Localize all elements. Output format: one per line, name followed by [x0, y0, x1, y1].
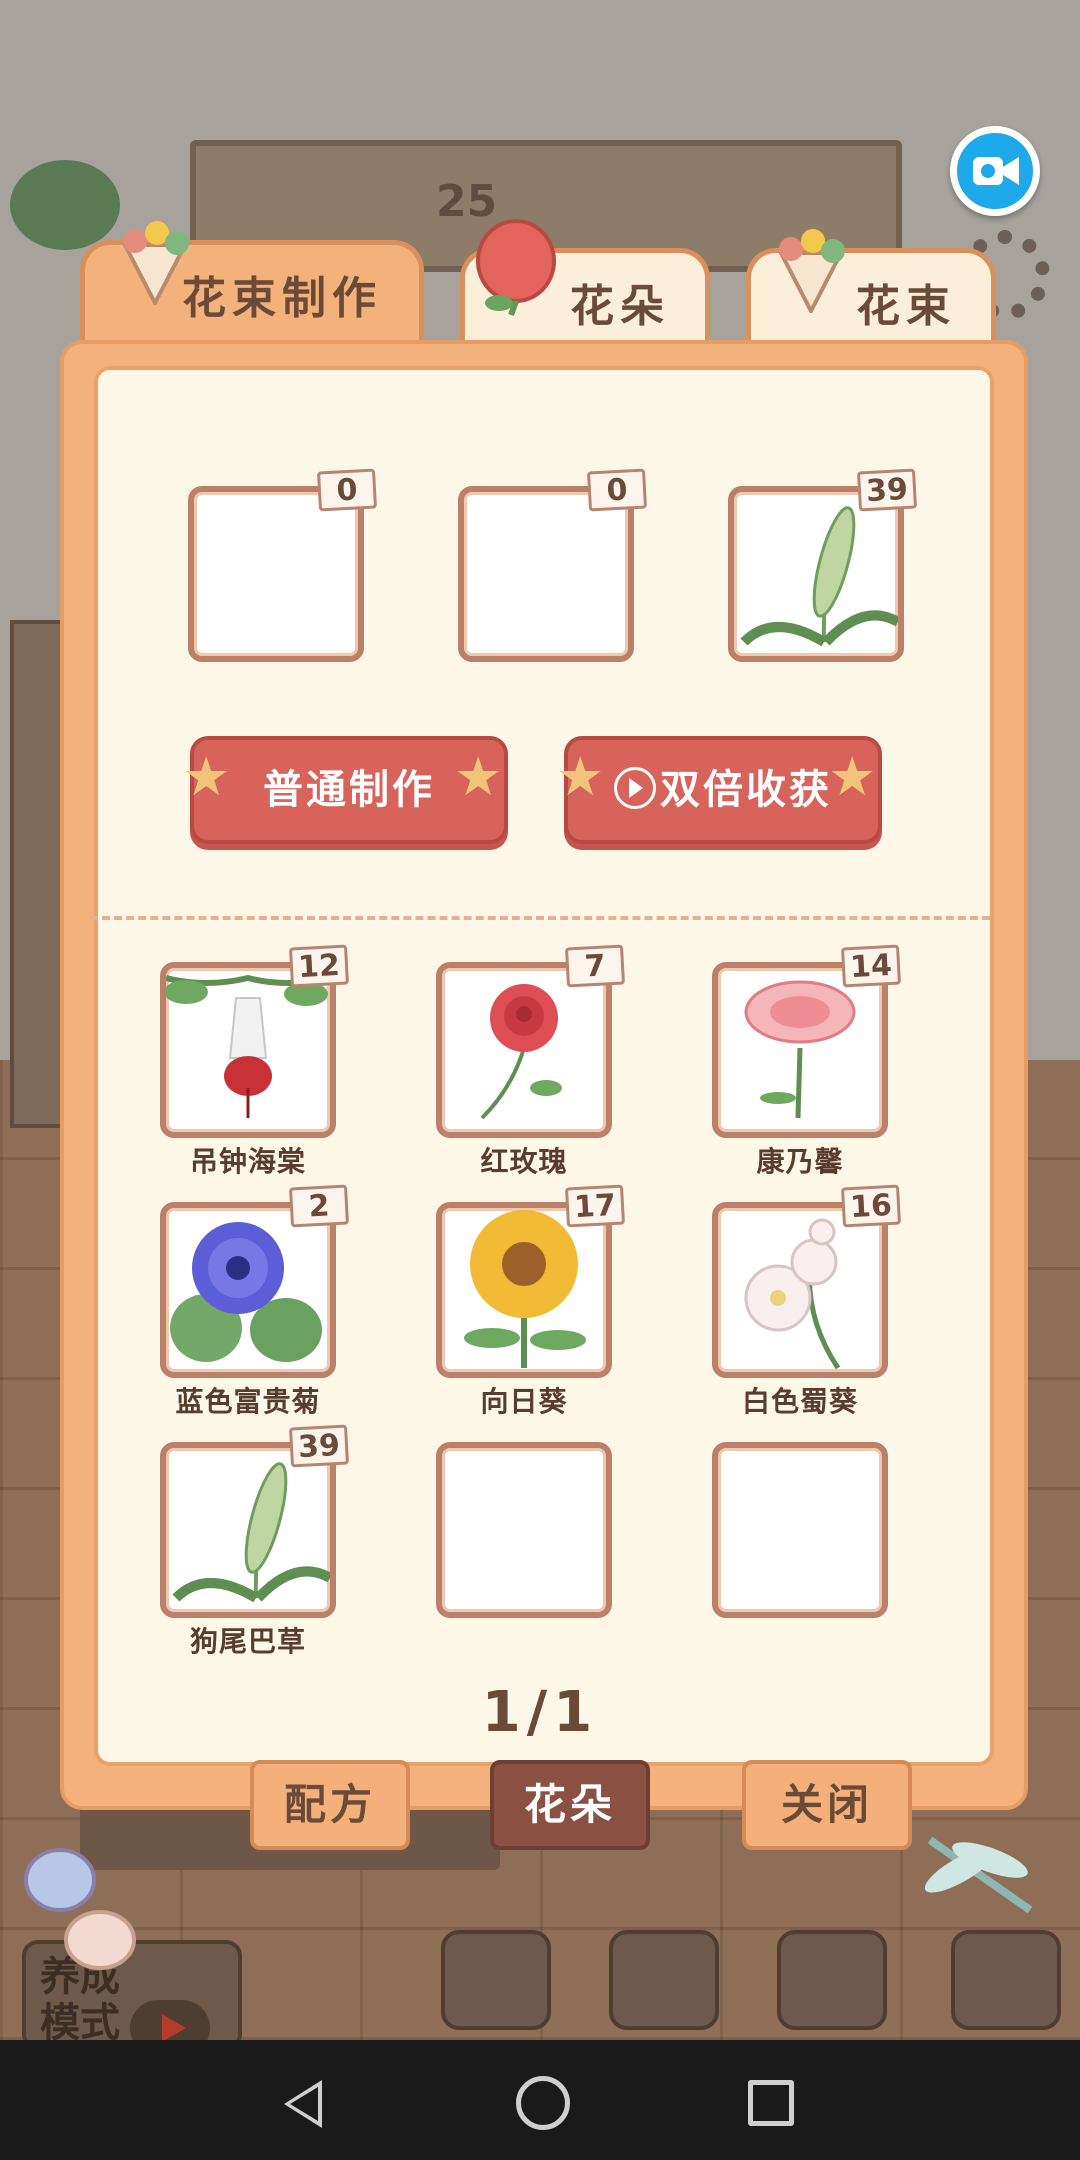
home-icon[interactable]	[516, 2076, 570, 2130]
flower-count-tag: 12	[288, 944, 350, 988]
tab-flowers[interactable]: 花朵	[460, 219, 710, 348]
blue-daisy-icon	[170, 1222, 322, 1362]
flower-slot-white-hollyhock[interactable]: 16	[712, 1184, 902, 1378]
foxtail-grass-icon	[172, 1462, 330, 1603]
flower-count-tag: 7	[564, 944, 626, 988]
tree-icon	[10, 160, 120, 250]
flower-name: 吊钟海棠	[189, 1145, 306, 1178]
flower-slot-red-rose[interactable]: 7	[436, 944, 626, 1138]
flower-name: 康乃馨	[756, 1145, 844, 1178]
market-stall-icon	[609, 1930, 719, 2030]
flower-name: 狗尾巴草	[189, 1625, 306, 1658]
recipe-button[interactable]: 配方	[250, 1760, 410, 1850]
recent-apps-icon[interactable]	[748, 2080, 794, 2126]
tab-flowers-label: 花朵	[570, 281, 670, 332]
tab-bouquets[interactable]: 花束	[746, 229, 996, 348]
play-video-icon	[614, 767, 656, 809]
flower-slot-fuchsia[interactable]: 12	[160, 944, 350, 1138]
normal-make-label: 普通制作	[263, 767, 435, 813]
ingredient-slot[interactable]: 0	[188, 468, 378, 662]
page-indicator: 1/1	[481, 1680, 599, 1745]
flower-count-tag: 39	[288, 1424, 350, 1468]
white-hollyhock-icon	[744, 1218, 841, 1370]
video-camera-icon	[973, 157, 1019, 185]
close-button[interactable]: 关闭	[742, 1760, 912, 1850]
section-divider	[90, 916, 990, 920]
flowers-button[interactable]: 花朵	[490, 1760, 650, 1850]
flower-name: 向日葵	[480, 1385, 568, 1418]
ingredient-slot[interactable]: 39	[728, 468, 918, 662]
flower-slot-blue-daisy[interactable]: 2	[160, 1184, 350, 1378]
flower-name: 红玫瑰	[480, 1145, 568, 1178]
empty-flower-slot	[712, 1442, 888, 1618]
flower-name: 白色蜀葵	[741, 1385, 858, 1418]
double-harvest-label: 双倍收获	[660, 767, 832, 813]
butterfly-icon	[24, 1848, 136, 1970]
tab-bouquet-making[interactable]: 花束制作	[80, 221, 424, 340]
ingredient-count-tag: 0	[316, 468, 378, 512]
screen-record-button[interactable]	[950, 126, 1040, 216]
foxtail-grass-icon	[740, 506, 898, 647]
red-rose-icon	[480, 984, 562, 1120]
star-decoration-icon: ★	[828, 745, 880, 808]
back-icon[interactable]	[284, 2080, 322, 2128]
empty-flower-slot	[436, 1442, 612, 1618]
tab-bouquet-making-label: 花束制作	[182, 273, 382, 324]
flower-slot-carnation[interactable]: 14	[712, 944, 902, 1138]
flower-slot-foxtail-grass[interactable]: 39	[160, 1424, 350, 1618]
normal-make-button[interactable]: ★ ★ 普通制作	[182, 736, 508, 844]
star-decoration-icon: ★	[454, 745, 506, 808]
sunflower-icon	[464, 1210, 586, 1368]
fuchsia-icon	[166, 974, 330, 1118]
tab-bouquets-label: 花束	[856, 281, 956, 332]
flower-count-tag: 17	[564, 1184, 626, 1228]
star-decoration-icon: ★	[182, 745, 234, 808]
ingredient-count-tag: 0	[586, 468, 648, 512]
flower-name: 蓝色富贵菊	[175, 1385, 321, 1418]
carnation-icon	[744, 980, 856, 1119]
trophy-icon	[951, 1930, 1061, 2030]
flower-basket-icon	[777, 1930, 887, 2030]
flower-slot-sunflower[interactable]: 17	[436, 1184, 626, 1378]
star-decoration-icon: ★	[556, 745, 608, 808]
flower-count-tag: 2	[288, 1184, 350, 1228]
dragonfly-icon	[924, 1836, 1033, 1914]
ingredient-count-tag: 39	[856, 468, 918, 512]
flower-count-tag: 14	[840, 944, 902, 988]
ingredient-slot[interactable]: 0	[458, 468, 648, 662]
double-harvest-button[interactable]: ★ ★ 双倍收获	[556, 736, 882, 844]
window-icon	[441, 1930, 551, 2030]
flower-count-tag: 16	[840, 1184, 902, 1228]
